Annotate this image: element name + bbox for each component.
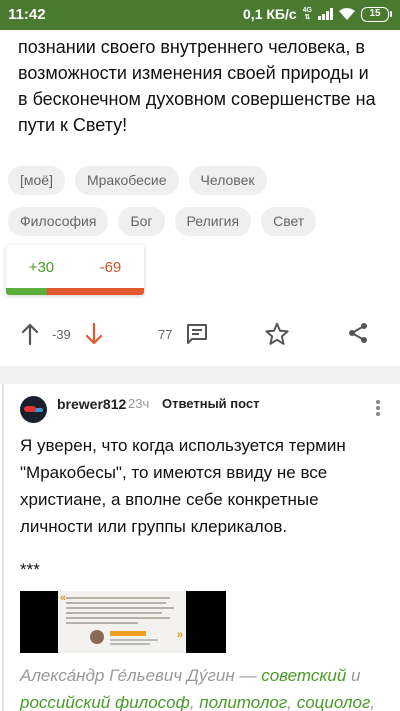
tag-svet[interactable]: Свет [261,207,317,236]
reply-footer-text: Алекса́ндр Ге́льевич Ду́гин — советский … [20,666,376,711]
comment-icon[interactable] [185,322,209,346]
reply-post: brewer812 23ч Ответный пост Я уверен, чт… [2,384,400,711]
reply-text-line: христиане, а вполне себе конкретные [20,490,319,509]
author-name[interactable]: brewer812 [57,396,126,412]
link-philosopher[interactable]: российский философ [20,693,190,711]
tag-mrakobesie[interactable]: Мракобесие [74,166,179,195]
reply-text-line: Я уверен, что когда используется термин [20,436,346,455]
comments-count[interactable]: 77 [158,327,172,342]
status-icons: 0,1 КБ/с 4G ⇅ 15 [243,6,392,22]
status-time: 11:42 [8,6,46,23]
tag-chelovek[interactable]: Человек [188,166,267,195]
rating-positive: +30 [28,259,55,276]
rating-popup: +30 -69 [6,245,144,295]
network-speed: 0,1 КБ/с [243,6,297,22]
link-sovetsky[interactable]: советский [261,666,346,685]
separator-text: *** [20,560,40,579]
rating-bar-positive [6,288,48,295]
post-tags: [моё] Мракобесие Человек Философия Бог Р… [8,166,398,248]
downvote-arrow-icon[interactable] [82,322,106,346]
network-type: 4G ⇅ [302,7,312,21]
battery-level: 15 [361,6,389,22]
wifi-icon [339,8,355,20]
tag-religiya[interactable]: Религия [174,207,252,236]
post-text-line: познании своего внутреннего человека, в [18,37,365,57]
tag-moe[interactable]: [моё] [8,166,65,195]
reply-text-line: личности или группы клерикалов. [20,517,288,536]
more-menu-icon[interactable] [374,400,382,420]
signal-icon [318,8,333,20]
rating-negative: -69 [99,259,122,276]
person-name: Алекса́ндр Ге́льевич Ду́гин [20,666,235,685]
reply-text-line: "Мракобесы", то имеются ввиду не все [20,463,328,482]
post-actions: -39 77 [0,318,400,350]
post-text-line: пути к Свету! [18,115,128,135]
star-icon[interactable] [264,321,290,347]
post-text-line: возможности изменения своей природы и [18,63,369,83]
post-text: познании своего внутреннего человека, в … [18,34,388,138]
rating-bar [6,288,144,295]
reply-label[interactable]: Ответный пост [162,396,260,411]
status-bar: 11:42 0,1 КБ/с 4G ⇅ 15 [0,0,400,30]
quote-image[interactable]: « » [20,591,226,653]
post-text-line: в бесконечном духовном совершенстве на [18,89,376,109]
battery-icon: 15 [361,6,392,22]
post-time: 23ч [128,396,150,411]
section-divider [0,366,400,384]
share-icon[interactable] [346,321,370,345]
link-sociolog[interactable]: социолог [297,693,371,711]
reply-text: Я уверен, что когда используется термин … [20,432,395,540]
tag-bog[interactable]: Бог [118,207,165,236]
post-score: -39 [52,327,71,342]
upvote-arrow-icon[interactable] [18,322,42,346]
link-politolog[interactable]: политолог [199,693,287,711]
rating-bar-negative [47,288,144,295]
avatar[interactable] [20,396,47,423]
tag-filosofiya[interactable]: Философия [8,207,109,236]
